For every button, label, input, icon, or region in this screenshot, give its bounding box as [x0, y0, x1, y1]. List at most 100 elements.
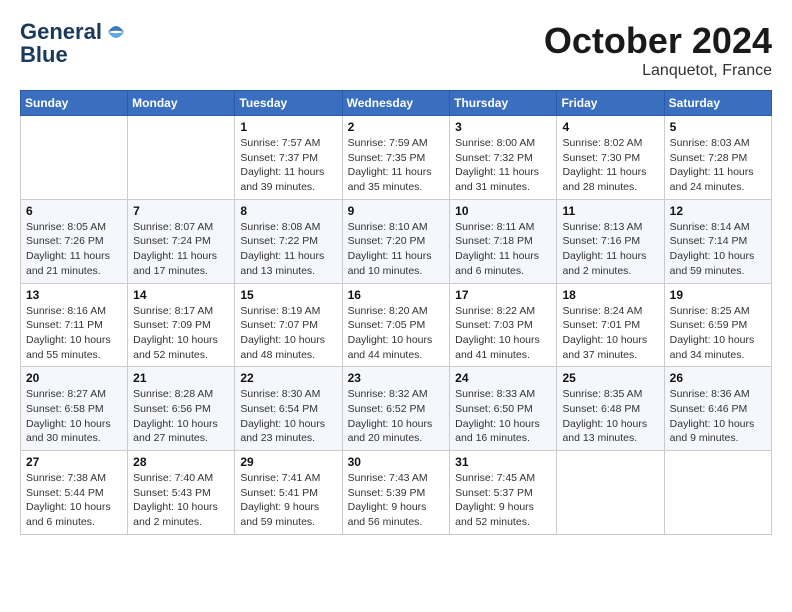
- calendar-cell: 26 Sunrise: 8:36 AM Sunset: 6:46 PM Dayli…: [664, 367, 771, 451]
- calendar-week-4: 20 Sunrise: 8:27 AM Sunset: 6:58 PM Dayli…: [21, 367, 772, 451]
- calendar-cell: [21, 116, 128, 200]
- day-number: 17: [455, 288, 551, 302]
- day-info: Sunrise: 8:25 AM Sunset: 6:59 PM Dayligh…: [670, 304, 766, 363]
- calendar-cell: 29 Sunrise: 7:41 AM Sunset: 5:41 PM Dayli…: [235, 451, 342, 535]
- location: Lanquetot, France: [544, 62, 772, 80]
- day-number: 22: [240, 371, 336, 385]
- day-number: 3: [455, 120, 551, 134]
- calendar-cell: 24 Sunrise: 8:33 AM Sunset: 6:50 PM Dayli…: [450, 367, 557, 451]
- weekday-header-row: SundayMondayTuesdayWednesdayThursdayFrid…: [21, 91, 772, 116]
- day-info: Sunrise: 8:33 AM Sunset: 6:50 PM Dayligh…: [455, 387, 551, 446]
- day-info: Sunrise: 8:27 AM Sunset: 6:58 PM Dayligh…: [26, 387, 122, 446]
- day-info: Sunrise: 8:36 AM Sunset: 6:46 PM Dayligh…: [670, 387, 766, 446]
- day-number: 13: [26, 288, 122, 302]
- calendar-week-3: 13 Sunrise: 8:16 AM Sunset: 7:11 PM Dayli…: [21, 283, 772, 367]
- day-info: Sunrise: 8:22 AM Sunset: 7:03 PM Dayligh…: [455, 304, 551, 363]
- calendar-cell: 14Sunrise: 8:17 AM Sunset: 7:09 PM Dayli…: [128, 283, 235, 367]
- day-info: Sunrise: 7:57 AM Sunset: 7:37 PM Dayligh…: [240, 136, 336, 195]
- calendar-week-5: 27Sunrise: 7:38 AM Sunset: 5:44 PM Dayli…: [21, 451, 772, 535]
- day-info: Sunrise: 7:45 AM Sunset: 5:37 PM Dayligh…: [455, 471, 551, 530]
- calendar-cell: 2Sunrise: 7:59 AM Sunset: 7:35 PM Daylig…: [342, 116, 450, 200]
- day-number: 11: [562, 204, 658, 218]
- calendar-cell: 21 Sunrise: 8:28 AM Sunset: 6:56 PM Dayli…: [128, 367, 235, 451]
- day-number: 10: [455, 204, 551, 218]
- calendar-cell: 30Sunrise: 7:43 AM Sunset: 5:39 PM Dayli…: [342, 451, 450, 535]
- day-info: Sunrise: 8:16 AM Sunset: 7:11 PM Dayligh…: [26, 304, 122, 363]
- day-number: 29: [240, 455, 336, 469]
- day-info: Sunrise: 8:03 AM Sunset: 7:28 PM Dayligh…: [670, 136, 766, 195]
- weekday-header-thursday: Thursday: [450, 91, 557, 116]
- day-info: Sunrise: 8:10 AM Sunset: 7:20 PM Dayligh…: [348, 220, 445, 279]
- day-info: Sunrise: 7:59 AM Sunset: 7:35 PM Dayligh…: [348, 136, 445, 195]
- day-info: Sunrise: 8:07 AM Sunset: 7:24 PM Dayligh…: [133, 220, 229, 279]
- day-number: 8: [240, 204, 336, 218]
- day-number: 24: [455, 371, 551, 385]
- day-info: Sunrise: 7:40 AM Sunset: 5:43 PM Dayligh…: [133, 471, 229, 530]
- calendar-cell: 19 Sunrise: 8:25 AM Sunset: 6:59 PM Dayli…: [664, 283, 771, 367]
- day-info: Sunrise: 8:28 AM Sunset: 6:56 PM Dayligh…: [133, 387, 229, 446]
- day-number: 20: [26, 371, 122, 385]
- weekday-header-wednesday: Wednesday: [342, 91, 450, 116]
- weekday-header-monday: Monday: [128, 91, 235, 116]
- calendar-cell: 12Sunrise: 8:14 AM Sunset: 7:14 PM Dayli…: [664, 199, 771, 283]
- calendar-cell: 25Sunrise: 8:35 AM Sunset: 6:48 PM Dayli…: [557, 367, 664, 451]
- day-info: Sunrise: 8:24 AM Sunset: 7:01 PM Dayligh…: [562, 304, 658, 363]
- day-number: 23: [348, 371, 445, 385]
- calendar-cell: 22 Sunrise: 8:30 AM Sunset: 6:54 PM Dayli…: [235, 367, 342, 451]
- day-number: 5: [670, 120, 766, 134]
- calendar-cell: 13 Sunrise: 8:16 AM Sunset: 7:11 PM Dayli…: [21, 283, 128, 367]
- day-info: Sunrise: 7:41 AM Sunset: 5:41 PM Dayligh…: [240, 471, 336, 530]
- calendar-week-1: 1 Sunrise: 7:57 AM Sunset: 7:37 PM Daylig…: [21, 116, 772, 200]
- calendar-cell: 10 Sunrise: 8:11 AM Sunset: 7:18 PM Dayli…: [450, 199, 557, 283]
- calendar-cell: 15Sunrise: 8:19 AM Sunset: 7:07 PM Dayli…: [235, 283, 342, 367]
- day-number: 26: [670, 371, 766, 385]
- logo: General Blue: [20, 20, 128, 66]
- title-block: October 2024 Lanquetot, France: [544, 20, 772, 80]
- day-number: 14: [133, 288, 229, 302]
- day-number: 25: [562, 371, 658, 385]
- calendar-cell: 5 Sunrise: 8:03 AM Sunset: 7:28 PM Daylig…: [664, 116, 771, 200]
- calendar-cell: [664, 451, 771, 535]
- day-number: 18: [562, 288, 658, 302]
- day-number: 19: [670, 288, 766, 302]
- day-number: 28: [133, 455, 229, 469]
- day-info: Sunrise: 8:30 AM Sunset: 6:54 PM Dayligh…: [240, 387, 336, 446]
- calendar-cell: 16Sunrise: 8:20 AM Sunset: 7:05 PM Dayli…: [342, 283, 450, 367]
- day-number: 6: [26, 204, 122, 218]
- calendar-cell: [128, 116, 235, 200]
- day-info: Sunrise: 8:11 AM Sunset: 7:18 PM Dayligh…: [455, 220, 551, 279]
- day-info: Sunrise: 7:38 AM Sunset: 5:44 PM Dayligh…: [26, 471, 122, 530]
- page-header: General Blue October 2024 Lanquetot, Fra…: [20, 20, 772, 80]
- calendar-cell: 31Sunrise: 7:45 AM Sunset: 5:37 PM Dayli…: [450, 451, 557, 535]
- calendar-cell: 23 Sunrise: 8:32 AM Sunset: 6:52 PM Dayli…: [342, 367, 450, 451]
- calendar-cell: 6 Sunrise: 8:05 AM Sunset: 7:26 PM Daylig…: [21, 199, 128, 283]
- day-info: Sunrise: 8:08 AM Sunset: 7:22 PM Dayligh…: [240, 220, 336, 279]
- calendar-cell: 17 Sunrise: 8:22 AM Sunset: 7:03 PM Dayli…: [450, 283, 557, 367]
- logo-text: General: [20, 20, 128, 44]
- calendar-cell: 9Sunrise: 8:10 AM Sunset: 7:20 PM Daylig…: [342, 199, 450, 283]
- day-info: Sunrise: 8:32 AM Sunset: 6:52 PM Dayligh…: [348, 387, 445, 446]
- calendar-table: SundayMondayTuesdayWednesdayThursdayFrid…: [20, 90, 772, 535]
- day-info: Sunrise: 8:19 AM Sunset: 7:07 PM Dayligh…: [240, 304, 336, 363]
- weekday-header-friday: Friday: [557, 91, 664, 116]
- day-number: 7: [133, 204, 229, 218]
- day-number: 1: [240, 120, 336, 134]
- day-info: Sunrise: 8:20 AM Sunset: 7:05 PM Dayligh…: [348, 304, 445, 363]
- weekday-header-saturday: Saturday: [664, 91, 771, 116]
- calendar-cell: 27Sunrise: 7:38 AM Sunset: 5:44 PM Dayli…: [21, 451, 128, 535]
- weekday-header-tuesday: Tuesday: [235, 91, 342, 116]
- day-number: 4: [562, 120, 658, 134]
- weekday-header-sunday: Sunday: [21, 91, 128, 116]
- day-info: Sunrise: 7:43 AM Sunset: 5:39 PM Dayligh…: [348, 471, 445, 530]
- day-info: Sunrise: 8:05 AM Sunset: 7:26 PM Dayligh…: [26, 220, 122, 279]
- calendar-cell: 4 Sunrise: 8:02 AM Sunset: 7:30 PM Daylig…: [557, 116, 664, 200]
- calendar-cell: 1 Sunrise: 7:57 AM Sunset: 7:37 PM Daylig…: [235, 116, 342, 200]
- calendar-cell: 3Sunrise: 8:00 AM Sunset: 7:32 PM Daylig…: [450, 116, 557, 200]
- calendar-cell: [557, 451, 664, 535]
- calendar-week-2: 6 Sunrise: 8:05 AM Sunset: 7:26 PM Daylig…: [21, 199, 772, 283]
- calendar-cell: 8 Sunrise: 8:08 AM Sunset: 7:22 PM Daylig…: [235, 199, 342, 283]
- day-info: Sunrise: 8:02 AM Sunset: 7:30 PM Dayligh…: [562, 136, 658, 195]
- calendar-cell: 11Sunrise: 8:13 AM Sunset: 7:16 PM Dayli…: [557, 199, 664, 283]
- day-info: Sunrise: 8:14 AM Sunset: 7:14 PM Dayligh…: [670, 220, 766, 279]
- day-number: 21: [133, 371, 229, 385]
